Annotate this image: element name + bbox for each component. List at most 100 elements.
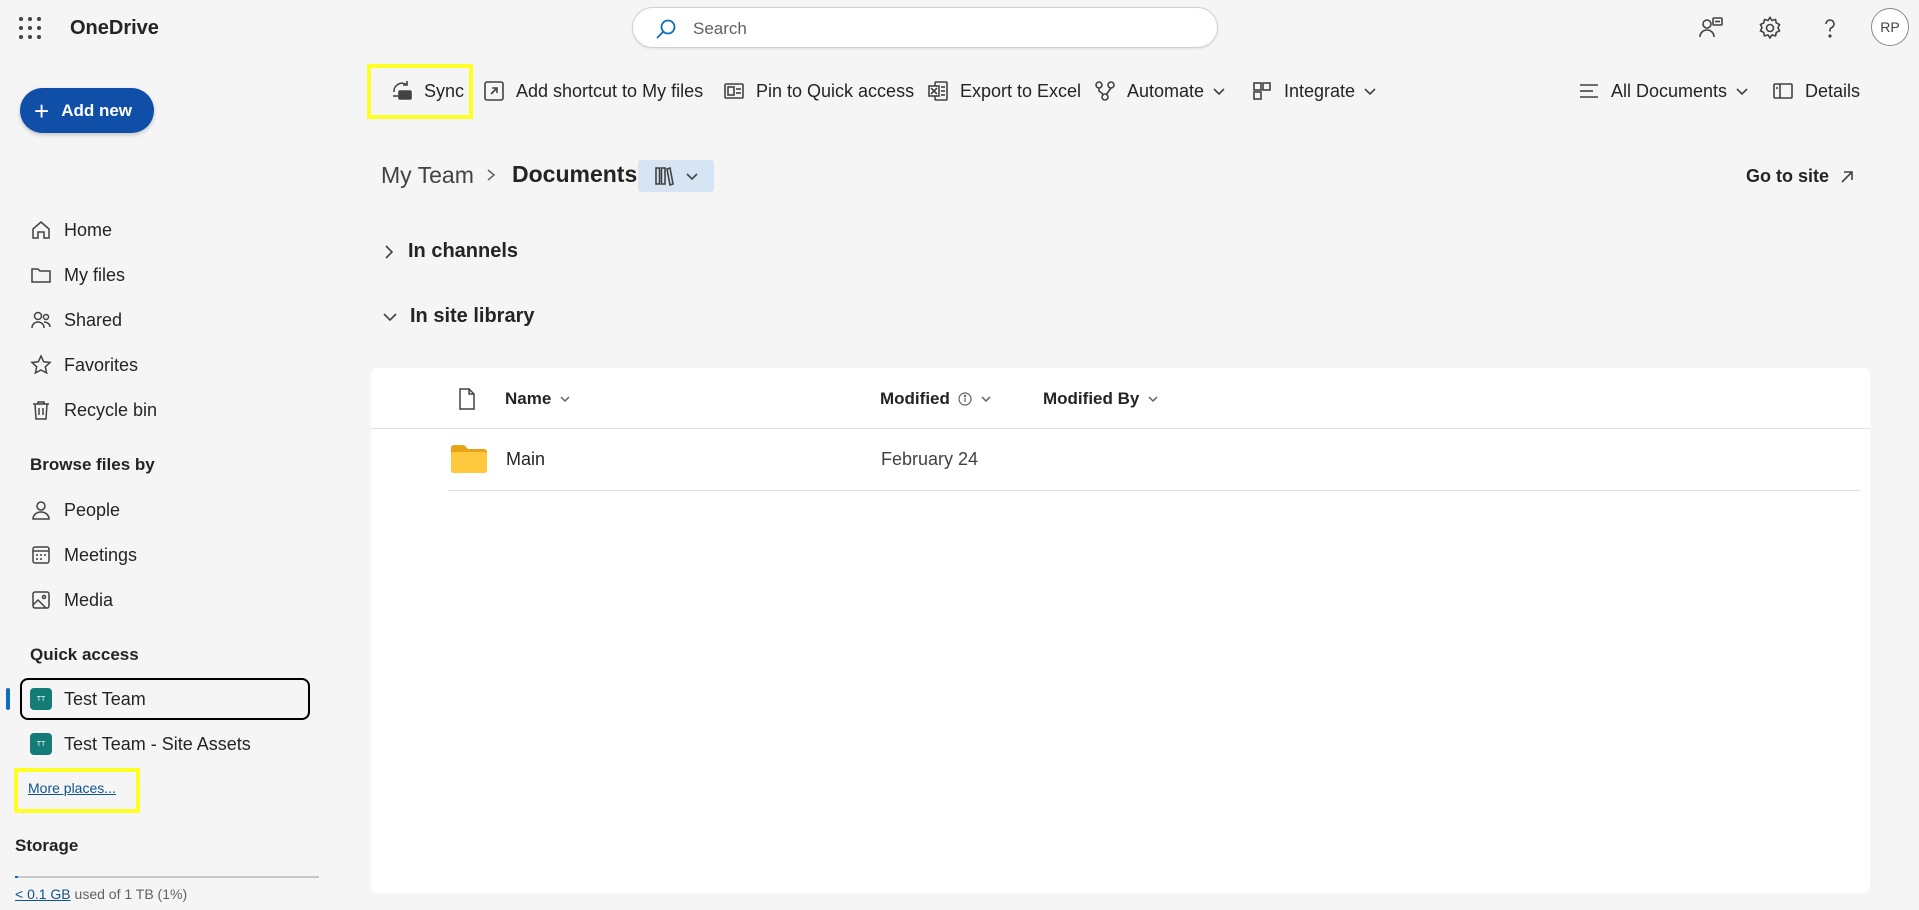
chevron-right-icon bbox=[382, 242, 408, 262]
nav-item-home[interactable]: Home bbox=[30, 215, 112, 245]
automate-label: Automate bbox=[1127, 80, 1205, 101]
column-header-modified[interactable]: Modified bbox=[880, 389, 992, 409]
sync-button[interactable]: Sync bbox=[390, 78, 464, 104]
automate-menu[interactable]: Automate bbox=[1093, 78, 1226, 104]
group-label: In channels bbox=[408, 240, 519, 262]
chevron-down-icon bbox=[1212, 84, 1226, 98]
nav-item-label: People bbox=[64, 499, 121, 520]
file-name[interactable]: Main bbox=[506, 449, 545, 470]
nav-item-people[interactable]: People bbox=[30, 495, 120, 525]
nav-item-label: Recycle bin bbox=[64, 399, 158, 420]
storage-progress-bar bbox=[15, 876, 319, 878]
star-icon bbox=[30, 354, 52, 376]
group-in-site-library[interactable]: In site library bbox=[382, 305, 535, 328]
selection-indicator bbox=[6, 688, 10, 710]
nav-item-media[interactable]: Media bbox=[30, 585, 113, 615]
nav-item-label: Favorites bbox=[64, 354, 139, 375]
quick-access-label: Test Team bbox=[64, 688, 146, 709]
add-shortcut-label: Add shortcut to My files bbox=[516, 80, 704, 101]
row-divider bbox=[448, 490, 1860, 491]
person-icon bbox=[30, 499, 52, 521]
add-new-label: Add new bbox=[61, 100, 133, 120]
arrow-up-right-icon bbox=[1837, 167, 1857, 187]
export-excel-button[interactable]: Export to Excel bbox=[926, 78, 1081, 104]
nav-item-favorites[interactable]: Favorites bbox=[30, 350, 138, 380]
calendar-icon bbox=[30, 544, 52, 566]
column-header-label: Modified bbox=[880, 389, 950, 408]
library-switcher-button[interactable] bbox=[638, 160, 714, 192]
column-header-modified-by[interactable]: Modified By bbox=[1043, 389, 1159, 409]
nav-item-label: Media bbox=[64, 589, 114, 610]
pin-label: Pin to Quick access bbox=[756, 80, 915, 101]
people-icon bbox=[30, 309, 52, 331]
file-modified: February 24 bbox=[881, 449, 979, 469]
file-type-header-icon[interactable] bbox=[458, 388, 476, 410]
automate-icon bbox=[1093, 79, 1117, 103]
pin-icon bbox=[722, 79, 746, 103]
gear-icon[interactable] bbox=[1757, 15, 1783, 41]
excel-icon bbox=[926, 79, 950, 103]
app-title[interactable]: OneDrive bbox=[70, 17, 159, 40]
page-scrollbar[interactable] bbox=[1912, 0, 1919, 910]
list-header-divider bbox=[371, 428, 1870, 429]
people-settings-icon[interactable] bbox=[1698, 15, 1724, 41]
integrate-label: Integrate bbox=[1284, 80, 1356, 101]
storage-heading: Storage bbox=[15, 836, 79, 855]
library-icon bbox=[653, 165, 675, 187]
details-button[interactable]: Details bbox=[1771, 78, 1860, 104]
go-to-site-label: Go to site bbox=[1746, 166, 1830, 186]
nav-item-label: Shared bbox=[64, 309, 123, 330]
column-header-label: Modified By bbox=[1043, 389, 1140, 408]
nav-item-label: My files bbox=[64, 264, 126, 285]
quick-access-heading: Quick access bbox=[30, 645, 139, 664]
add-new-button[interactable]: + Add new bbox=[20, 88, 154, 133]
pin-quick-access-button[interactable]: Pin to Quick access bbox=[722, 78, 914, 104]
search-placeholder[interactable]: Search bbox=[693, 19, 747, 39]
chevron-down-icon bbox=[685, 169, 699, 183]
app-launcher-waffle-icon[interactable] bbox=[18, 16, 42, 40]
view-selector[interactable]: All Documents bbox=[1577, 78, 1749, 104]
export-label: Export to Excel bbox=[960, 80, 1082, 101]
chevron-down-icon bbox=[980, 393, 992, 405]
breadcrumb-parent[interactable]: My Team bbox=[381, 162, 474, 189]
storage-used-link[interactable]: < 0.1 GB bbox=[15, 886, 71, 902]
help-icon[interactable] bbox=[1817, 15, 1843, 41]
avatar[interactable]: RP bbox=[1871, 8, 1909, 46]
image-icon bbox=[30, 589, 52, 611]
home-icon bbox=[30, 219, 52, 241]
storage-progress-fill bbox=[15, 876, 19, 878]
column-header-name[interactable]: Name bbox=[505, 389, 571, 409]
folder-icon bbox=[30, 264, 52, 286]
go-to-site-link[interactable]: Go to site bbox=[1746, 166, 1857, 187]
folder-icon bbox=[450, 444, 488, 474]
nav-item-meetings[interactable]: Meetings bbox=[30, 540, 137, 570]
more-places-link[interactable]: More places... bbox=[28, 780, 116, 796]
sync-label: Sync bbox=[424, 80, 465, 101]
integrate-icon bbox=[1250, 79, 1274, 103]
chevron-down-icon bbox=[1735, 84, 1749, 98]
browse-files-heading: Browse files by bbox=[30, 455, 155, 474]
view-label: All Documents bbox=[1611, 80, 1728, 101]
chevron-down-icon bbox=[559, 393, 571, 405]
table-row[interactable] bbox=[448, 430, 1860, 490]
quick-access-item-site-assets[interactable]: TT Test Team - Site Assets bbox=[20, 723, 251, 765]
chevron-down-icon bbox=[1363, 84, 1377, 98]
details-pane-icon bbox=[1771, 79, 1795, 103]
column-header-label: Name bbox=[505, 389, 552, 408]
search-box[interactable]: Search bbox=[632, 7, 1218, 48]
integrate-menu[interactable]: Integrate bbox=[1250, 78, 1377, 104]
add-shortcut-button[interactable]: Add shortcut to My files bbox=[482, 78, 703, 104]
quick-access-item-test-team[interactable]: TT Test Team bbox=[20, 678, 310, 720]
search-icon bbox=[655, 18, 677, 40]
nav-item-recycle-bin[interactable]: Recycle bin bbox=[30, 395, 157, 425]
nav-item-shared[interactable]: Shared bbox=[30, 305, 122, 335]
nav-item-my-files[interactable]: My files bbox=[30, 260, 125, 290]
breadcrumb-current: Documents bbox=[512, 161, 638, 187]
chevron-down-icon bbox=[382, 307, 410, 327]
chevron-right-icon bbox=[484, 164, 498, 186]
team-badge: TT bbox=[30, 733, 52, 755]
storage-of-text: used of 1 TB (1%) bbox=[70, 886, 188, 902]
group-in-channels[interactable]: In channels bbox=[382, 240, 518, 263]
shortcut-icon bbox=[482, 79, 506, 103]
list-view-icon bbox=[1577, 79, 1601, 103]
